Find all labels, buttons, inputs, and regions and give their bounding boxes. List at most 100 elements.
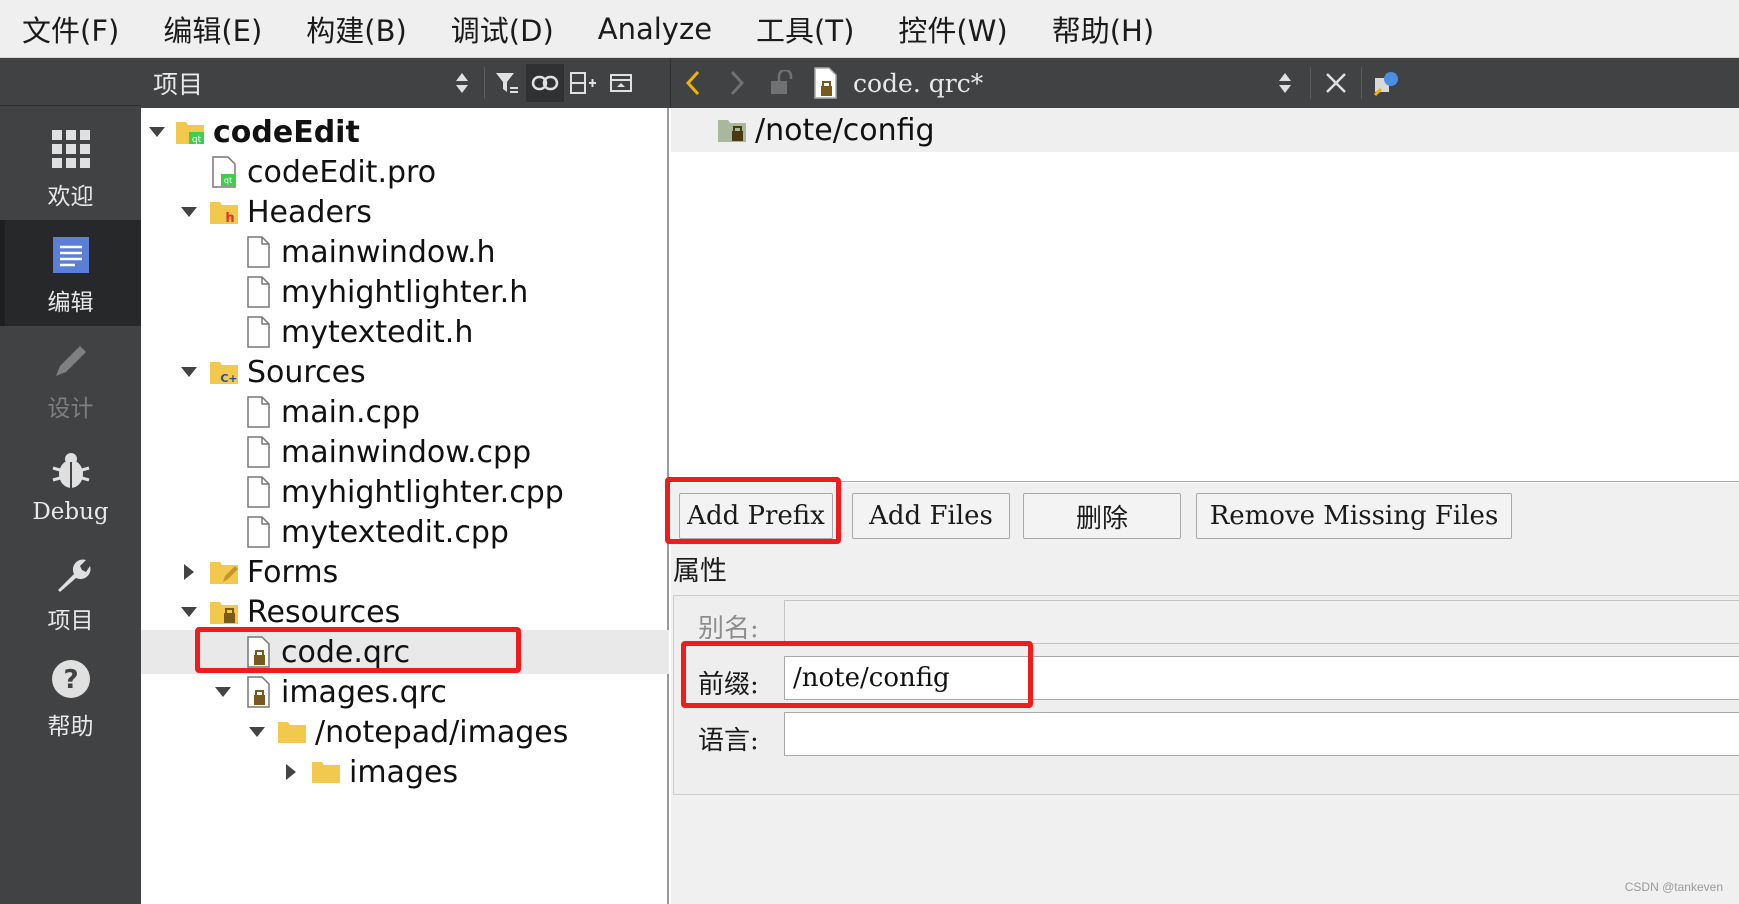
svg-text:C+: C+ [220, 372, 237, 385]
tree-item-label: myhightlighter.h [281, 274, 529, 310]
tree-item-sources[interactable]: C+ Sources [141, 350, 669, 394]
tree-item-file[interactable]: myhightlighter.h [141, 270, 669, 314]
split-add-icon[interactable] [564, 64, 602, 102]
tree-item-prefix-folder[interactable]: /notepad/images [141, 710, 669, 754]
tree-item-code-qrc[interactable]: code.qrc [141, 630, 669, 674]
tree-item-images-qrc[interactable]: images.qrc [141, 670, 669, 714]
collapse-arrow-icon[interactable] [245, 726, 269, 738]
mode-welcome[interactable]: 欢迎 [0, 114, 141, 220]
tree-item-resources[interactable]: Resources [141, 590, 669, 634]
mode-design[interactable]: 设计 [0, 326, 141, 432]
menu-tools[interactable]: 工具(T) [748, 2, 862, 56]
close-icon[interactable] [1314, 61, 1358, 105]
back-arrow-icon[interactable] [671, 61, 715, 105]
folder-icon [277, 716, 307, 748]
tree-item-label: myhightlighter.cpp [281, 474, 564, 510]
prefix-field[interactable]: /note/config [784, 656, 1739, 700]
filter-icon[interactable] [488, 64, 526, 102]
grid-icon [51, 123, 91, 175]
bug-icon [50, 445, 92, 497]
tree-item-file[interactable]: mytextedit.h [141, 310, 669, 354]
tree-item-project[interactable]: qt codeEdit [141, 110, 669, 154]
forms-folder-icon [209, 556, 239, 588]
menu-build[interactable]: 构建(B) [298, 2, 415, 56]
mode-edit-label: 编辑 [47, 290, 94, 316]
menu-help[interactable]: 帮助(H) [1044, 2, 1162, 56]
tree-item-headers[interactable]: h Headers [141, 190, 669, 234]
menu-file[interactable]: 文件(F) [14, 2, 127, 56]
collapse-arrow-icon[interactable] [177, 206, 201, 218]
tree-item-images-folder[interactable]: images [141, 750, 669, 794]
tree-item-label: Forms [247, 554, 339, 590]
qt-pro-file-icon: qt [209, 156, 239, 188]
expand-arrow-icon[interactable] [177, 563, 201, 581]
tree-item-file[interactable]: mytextedit.cpp [141, 510, 669, 554]
wrench-icon [50, 547, 92, 599]
svg-text:qt: qt [192, 135, 202, 145]
tree-item-label: Sources [247, 354, 366, 390]
qt-project-icon: qt [175, 116, 205, 148]
project-tree: qt codeEdit qt codeEdit.pro h Headers ma… [141, 108, 669, 904]
sort-icon[interactable] [443, 64, 481, 102]
alias-field[interactable] [784, 600, 1739, 644]
tree-item-label: images [349, 754, 459, 790]
file-icon [243, 516, 273, 548]
collapse-arrow-icon[interactable] [177, 366, 201, 378]
tree-item-label: codeEdit.pro [247, 154, 437, 190]
remove-missing-files-button[interactable]: Remove Missing Files [1196, 493, 1512, 539]
header-divider [484, 67, 485, 99]
tree-item-pro-file[interactable]: qt codeEdit.pro [141, 150, 669, 194]
tree-item-file[interactable]: mainwindow.cpp [141, 430, 669, 474]
add-prefix-button[interactable]: Add Prefix [679, 493, 833, 539]
tree-item-label: mainwindow.h [281, 234, 496, 270]
header-folder-icon: h [209, 196, 239, 228]
expand-arrow-icon[interactable] [279, 763, 303, 781]
menu-analyze[interactable]: Analyze [590, 6, 720, 52]
mode-projects[interactable]: 项目 [0, 538, 141, 644]
add-files-button[interactable]: Add Files [852, 493, 1010, 539]
menu-edit[interactable]: 编辑(E) [155, 2, 270, 56]
menu-debug[interactable]: 调试(D) [443, 2, 562, 56]
file-icon [243, 276, 273, 308]
language-label: 语言: [698, 726, 759, 756]
tree-item-file[interactable]: main.cpp [141, 390, 669, 434]
lock-icon[interactable] [759, 61, 803, 105]
link-icon[interactable] [526, 64, 564, 102]
resource-editor: /note/config Add Prefix Add Files 删除 Rem… [665, 108, 1739, 904]
help-icon: ? [50, 653, 92, 705]
collapse-arrow-icon[interactable] [145, 126, 169, 138]
watermark: CSDN @tankeven [1624, 880, 1723, 894]
menu-widgets[interactable]: 控件(W) [890, 2, 1015, 56]
open-file-name[interactable]: code. qrc* [853, 69, 1263, 98]
cpp-folder-icon: C+ [209, 356, 239, 388]
tree-item-file[interactable]: myhightlighter.cpp [141, 470, 669, 514]
sort-icon[interactable] [1263, 61, 1307, 105]
collapse-arrow-icon[interactable] [177, 606, 201, 618]
delete-button[interactable]: 删除 [1023, 493, 1181, 539]
mode-help-label: 帮助 [47, 714, 94, 740]
mode-design-label: 设计 [47, 396, 94, 422]
mode-debug[interactable]: Debug [0, 432, 141, 538]
file-icon [243, 436, 273, 468]
mode-edit[interactable]: 编辑 [0, 220, 141, 326]
svg-text:?: ? [63, 665, 78, 695]
prefix-label: /note/config [755, 112, 935, 148]
collapse-arrow-icon[interactable] [211, 686, 235, 698]
prefix-tree-item[interactable]: /note/config [671, 108, 1739, 152]
language-field[interactable] [784, 712, 1739, 756]
tree-item-label: main.cpp [281, 394, 421, 430]
document-icon [51, 229, 91, 281]
file-icon [243, 316, 273, 348]
tree-item-forms[interactable]: Forms [141, 550, 669, 594]
mode-debug-label: Debug [32, 499, 109, 525]
resource-list-view[interactable] [671, 152, 1739, 482]
folder-icon [311, 756, 341, 788]
mode-help[interactable]: ? 帮助 [0, 644, 141, 750]
toolbar-divider [1310, 67, 1311, 99]
tree-item-label: codeEdit [213, 114, 360, 150]
tree-item-file[interactable]: mainwindow.h [141, 230, 669, 274]
split-view-icon[interactable] [1365, 61, 1409, 105]
close-panel-icon[interactable] [602, 64, 640, 102]
forward-arrow-icon[interactable] [715, 61, 759, 105]
svg-text:qt: qt [224, 176, 232, 185]
